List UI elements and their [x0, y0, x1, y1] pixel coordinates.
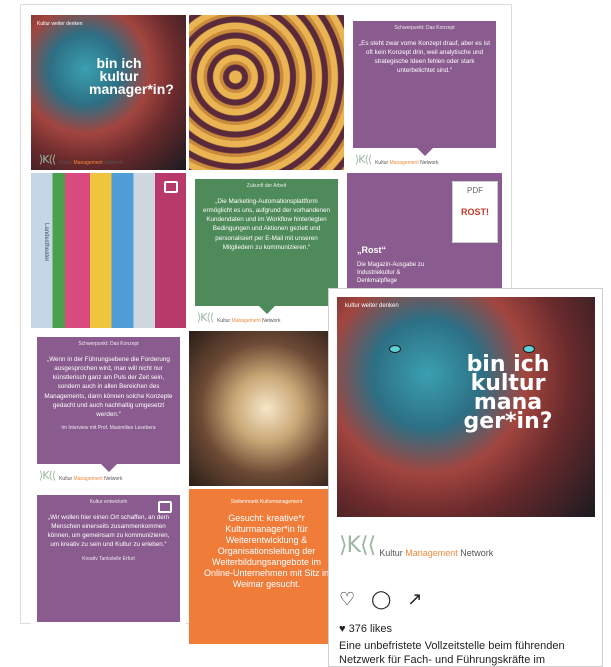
heart-outline-icon[interactable]: ♡	[339, 589, 355, 610]
banner-text: Landestheater	[43, 223, 49, 262]
quote-bubble: Schwerpunkt: Das Konzept „Es steht zwar …	[353, 21, 496, 148]
gallery-icon	[158, 501, 172, 513]
quote-bubble: Zukunft der Arbeit „Die Marketing-Automa…	[195, 179, 338, 306]
share-icon[interactable]: ↗	[407, 589, 422, 610]
kmn-logo: ⟩K⟨⟨ Kultur Management Network	[39, 153, 123, 166]
grid-tile-quote-4[interactable]: Kultur entwickeln „Wir wollen hier einen…	[31, 489, 186, 644]
kmn-logo: ⟩K⟨⟨ Kultur Management Network	[339, 533, 494, 558]
left-eye	[389, 345, 401, 353]
quote-bubble: Kultur entwickeln „Wir wollen hier einen…	[37, 495, 180, 622]
grid-tile-plant[interactable]	[189, 15, 344, 170]
kmn-logo: ⟩K⟨⟨ Kultur Management Network	[197, 311, 281, 324]
tile-tagline: Kultur weiter denken	[37, 21, 83, 27]
tile-title: bin ich kultur manager*in?	[89, 55, 174, 97]
post-tagline: kultur weiter denken	[345, 303, 399, 309]
grid-tile-quote-3[interactable]: Schwerpunkt: Das Konzept „Wenn in der Fü…	[31, 331, 186, 486]
quote-bubble: Schwerpunkt: Das Konzept „Wenn in der Fü…	[37, 337, 180, 464]
post-image[interactable]: kultur weiter denken bin ich kultur mana…	[337, 297, 595, 517]
post-title: bin ich kultur mana ger*in?	[463, 352, 553, 434]
post-actions: ♡ ◯ ↗	[339, 589, 422, 610]
grid-tile-portrait[interactable]: Kultur weiter denken bin ich kultur mana…	[31, 15, 186, 170]
likes-count: ♥ 376 likes	[339, 623, 393, 635]
grid-tile-job[interactable]: Stellenmarkt Kulturmanagement Gesucht: k…	[189, 489, 344, 644]
magazine-description: Die Magazin-Ausgabe zu Industriekultur &…	[357, 262, 425, 284]
instagram-post-card: kultur weiter denken bin ich kultur mana…	[328, 288, 603, 667]
grid-tile-chandelier[interactable]	[189, 331, 344, 486]
magazine-title: „Rost“	[357, 245, 386, 255]
post-caption: Eine unbefristete Vollzeitstelle beim fü…	[339, 640, 565, 666]
video-icon	[164, 181, 178, 193]
job-heading: Stellenmarkt Kulturmanagement	[230, 499, 303, 505]
grid-tile-quote-1[interactable]: Schwerpunkt: Das Konzept „Es steht zwar …	[347, 15, 502, 170]
grid-tile-banners[interactable]: Landestheater	[31, 173, 186, 328]
grid-tile-quote-2[interactable]: Zukunft der Arbeit „Die Marketing-Automa…	[189, 173, 344, 328]
kmn-logo: ⟩K⟨⟨ Kultur Management Network	[355, 153, 439, 166]
job-text: Gesucht: kreative*r Kulturmanager*in für…	[203, 513, 330, 589]
comment-icon[interactable]: ◯	[371, 589, 391, 610]
magazine-cover: PDF ROST!	[452, 181, 498, 243]
kmn-logo: ⟩K⟨⟨ Kultur Management Network	[39, 469, 123, 482]
